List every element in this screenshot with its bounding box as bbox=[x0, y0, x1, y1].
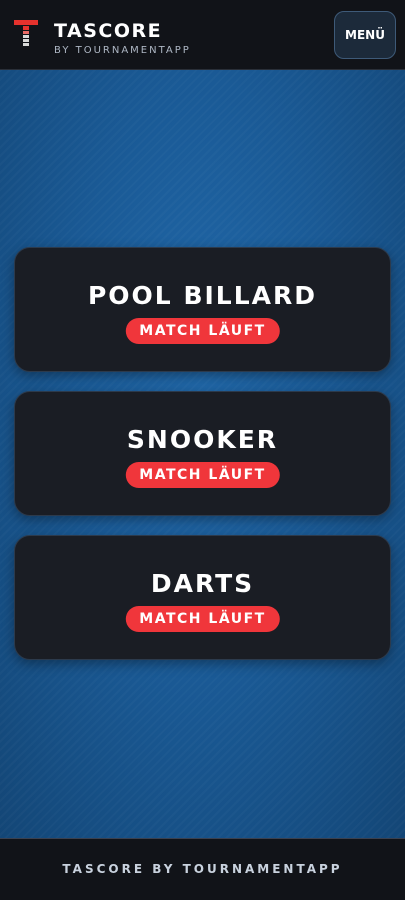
menu-button[interactable]: MENÜ bbox=[334, 11, 396, 59]
game-list: POOL BILLARD MATCH LÄUFT SNOOKER MATCH L… bbox=[0, 70, 405, 838]
footer-brand-text: TASCORE BY TOURNAMENTAPP bbox=[62, 862, 343, 876]
brand-title: TASCORE bbox=[54, 20, 163, 42]
match-status-badge: MATCH LÄUFT bbox=[125, 606, 280, 632]
game-card-title: POOL BILLARD bbox=[87, 281, 318, 310]
game-card-pool-billard[interactable]: POOL BILLARD MATCH LÄUFT bbox=[14, 247, 391, 372]
game-card-darts[interactable]: DARTS MATCH LÄUFT bbox=[14, 535, 391, 660]
app-header: TASCORE BY TOURNAMENTAPP MENÜ bbox=[0, 0, 405, 70]
app-footer: TASCORE BY TOURNAMENTAPP bbox=[0, 838, 405, 900]
game-card-title: SNOOKER bbox=[126, 425, 279, 454]
match-status-badge: MATCH LÄUFT bbox=[125, 318, 280, 344]
game-card-snooker[interactable]: SNOOKER MATCH LÄUFT bbox=[14, 391, 391, 516]
tascore-t-logo-icon bbox=[14, 20, 38, 46]
app-root: TASCORE BY TOURNAMENTAPP MENÜ POOL BILLA… bbox=[0, 0, 405, 900]
brand-subtitle: BY TOURNAMENTAPP bbox=[54, 45, 191, 56]
match-status-badge: MATCH LÄUFT bbox=[125, 462, 280, 488]
game-card-title: DARTS bbox=[150, 569, 255, 598]
